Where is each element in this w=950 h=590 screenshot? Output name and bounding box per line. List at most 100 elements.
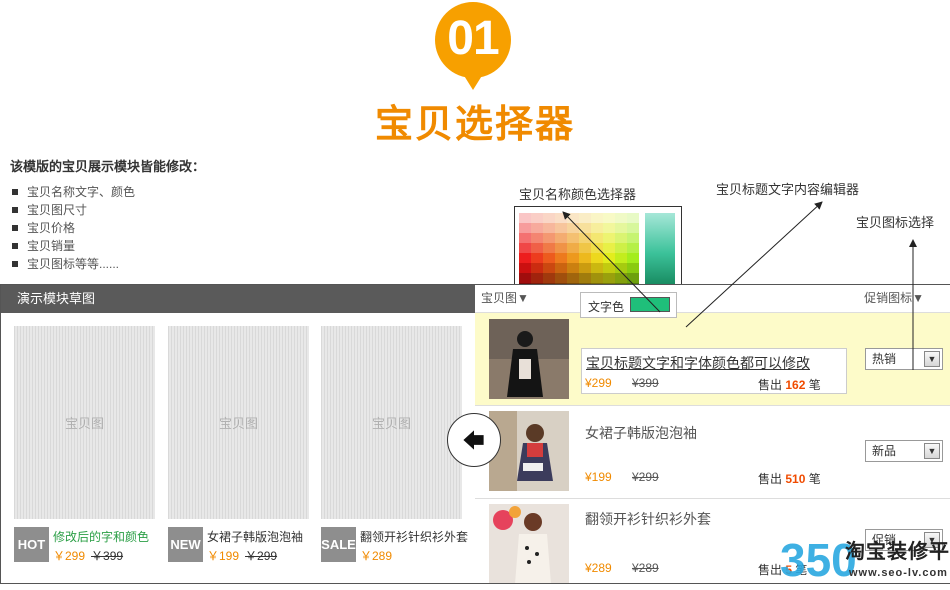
color-swatch[interactable] bbox=[603, 233, 615, 243]
color-swatch[interactable] bbox=[615, 213, 627, 223]
color-swatch[interactable] bbox=[579, 223, 591, 233]
color-swatch[interactable] bbox=[627, 243, 639, 253]
color-swatch[interactable] bbox=[579, 233, 591, 243]
promo-icon-column-dropdown[interactable]: 促销图标▼ bbox=[864, 285, 924, 311]
promo-icon-select[interactable]: 新品 ▼ bbox=[865, 440, 943, 462]
color-swatch[interactable] bbox=[531, 223, 543, 233]
color-swatch[interactable] bbox=[555, 253, 567, 263]
color-swatch[interactable] bbox=[627, 223, 639, 233]
product-card[interactable]: 宝贝图 SALE 翻领开衫针织衫外套 ￥289 bbox=[321, 326, 468, 563]
color-swatch[interactable] bbox=[603, 263, 615, 273]
color-swatch[interactable] bbox=[555, 233, 567, 243]
product-image-placeholder: 宝贝图 bbox=[321, 326, 462, 519]
table-row[interactable]: 宝贝标题文字和字体颜色都可以修改 ¥299 ¥399 售出 162 笔 热销 ▼ bbox=[475, 313, 950, 405]
color-swatch[interactable] bbox=[519, 273, 531, 283]
color-swatch[interactable] bbox=[543, 263, 555, 273]
color-swatch[interactable] bbox=[567, 213, 579, 223]
color-swatch[interactable] bbox=[627, 273, 639, 283]
table-row[interactable]: 女裙子韩版泡泡袖 ¥199 ¥299 售出 510 笔 新品 ▼ bbox=[475, 406, 950, 498]
color-swatch[interactable] bbox=[591, 253, 603, 263]
color-swatch[interactable] bbox=[591, 223, 603, 233]
image-column-dropdown[interactable]: 宝贝图▼ bbox=[481, 285, 529, 311]
color-swatch[interactable] bbox=[543, 253, 555, 263]
product-card[interactable]: 宝贝图 HOT 修改后的字和颜色 ￥299 ￥399 bbox=[14, 326, 155, 563]
color-swatch[interactable] bbox=[519, 213, 531, 223]
color-swatch[interactable] bbox=[567, 273, 579, 283]
hue-slider[interactable] bbox=[645, 213, 675, 285]
color-swatch[interactable] bbox=[603, 213, 615, 223]
color-swatch[interactable] bbox=[555, 213, 567, 223]
color-swatch[interactable] bbox=[519, 253, 531, 263]
color-swatch[interactable] bbox=[555, 273, 567, 283]
color-swatch[interactable] bbox=[627, 233, 639, 243]
color-swatch[interactable] bbox=[627, 253, 639, 263]
product-title[interactable]: 翻领开衫针织衫外套 bbox=[585, 509, 711, 529]
color-swatch[interactable] bbox=[579, 243, 591, 253]
color-swatch[interactable] bbox=[567, 223, 579, 233]
color-swatch[interactable] bbox=[591, 243, 603, 253]
page-title: 宝贝选择器 bbox=[374, 104, 575, 146]
color-swatch[interactable] bbox=[555, 263, 567, 273]
color-swatch[interactable] bbox=[615, 233, 627, 243]
color-swatch[interactable] bbox=[543, 233, 555, 243]
color-swatch[interactable] bbox=[531, 273, 543, 283]
color-swatch[interactable] bbox=[567, 233, 579, 243]
chevron-down-icon[interactable]: ▼ bbox=[924, 351, 940, 367]
color-swatch[interactable] bbox=[591, 233, 603, 243]
color-swatch[interactable] bbox=[615, 223, 627, 233]
text-color-swatch[interactable] bbox=[630, 297, 670, 312]
product-badge: HOT bbox=[14, 527, 49, 562]
color-swatch[interactable] bbox=[519, 263, 531, 273]
price-old: ¥299 bbox=[632, 470, 659, 484]
list-item: 宝贝图尺寸 bbox=[12, 201, 135, 219]
color-swatch[interactable] bbox=[531, 263, 543, 273]
color-swatch[interactable] bbox=[615, 273, 627, 283]
price-old: ￥299 bbox=[245, 549, 278, 563]
chevron-down-icon[interactable]: ▼ bbox=[924, 443, 940, 459]
color-swatch[interactable] bbox=[567, 253, 579, 263]
color-swatch[interactable] bbox=[543, 273, 555, 283]
color-swatch[interactable] bbox=[519, 243, 531, 253]
color-swatch[interactable] bbox=[519, 223, 531, 233]
icon-select-annotation: 宝贝图标选择 bbox=[856, 215, 935, 230]
color-swatch[interactable] bbox=[519, 233, 531, 243]
color-swatch[interactable] bbox=[591, 273, 603, 283]
color-swatch[interactable] bbox=[579, 273, 591, 283]
color-swatch[interactable] bbox=[531, 233, 543, 243]
color-swatch[interactable] bbox=[567, 263, 579, 273]
color-swatch[interactable] bbox=[615, 243, 627, 253]
product-title[interactable]: 女裙子韩版泡泡袖 bbox=[585, 423, 697, 443]
product-card[interactable]: 宝贝图 NEW 女裙子韩版泡泡袖 ￥199 ￥299 bbox=[168, 326, 309, 563]
text-color-chip[interactable]: 文字色 bbox=[580, 292, 677, 318]
color-swatch[interactable] bbox=[591, 263, 603, 273]
color-swatch[interactable] bbox=[627, 213, 639, 223]
color-swatch[interactable] bbox=[603, 273, 615, 283]
color-swatch[interactable] bbox=[603, 253, 615, 263]
color-swatch[interactable] bbox=[603, 223, 615, 233]
color-swatch[interactable] bbox=[603, 243, 615, 253]
color-swatch[interactable] bbox=[555, 243, 567, 253]
color-swatch[interactable] bbox=[615, 263, 627, 273]
color-swatch[interactable] bbox=[579, 263, 591, 273]
color-swatch[interactable] bbox=[579, 253, 591, 263]
color-swatch[interactable] bbox=[555, 223, 567, 233]
price-current: ¥289 bbox=[585, 561, 612, 575]
arrow-left-icon[interactable] bbox=[447, 413, 501, 467]
color-swatch[interactable] bbox=[543, 223, 555, 233]
color-swatch[interactable] bbox=[531, 243, 543, 253]
color-picker[interactable] bbox=[514, 206, 682, 286]
color-swatch[interactable] bbox=[543, 213, 555, 223]
color-swatch[interactable] bbox=[615, 253, 627, 263]
color-swatch[interactable] bbox=[579, 213, 591, 223]
color-swatch[interactable] bbox=[531, 213, 543, 223]
color-swatch[interactable] bbox=[543, 243, 555, 253]
promo-icon-select[interactable]: 热销 ▼ bbox=[865, 348, 943, 370]
color-swatch[interactable] bbox=[567, 243, 579, 253]
color-swatch-grid[interactable] bbox=[519, 213, 639, 285]
color-swatch[interactable] bbox=[531, 253, 543, 263]
color-swatch[interactable] bbox=[627, 263, 639, 273]
product-price: ￥289 bbox=[360, 547, 392, 564]
color-swatch[interactable] bbox=[591, 213, 603, 223]
title-editor-annotation: 宝贝标题文字内容编辑器 bbox=[716, 182, 860, 197]
product-badge: SALE bbox=[321, 527, 356, 562]
